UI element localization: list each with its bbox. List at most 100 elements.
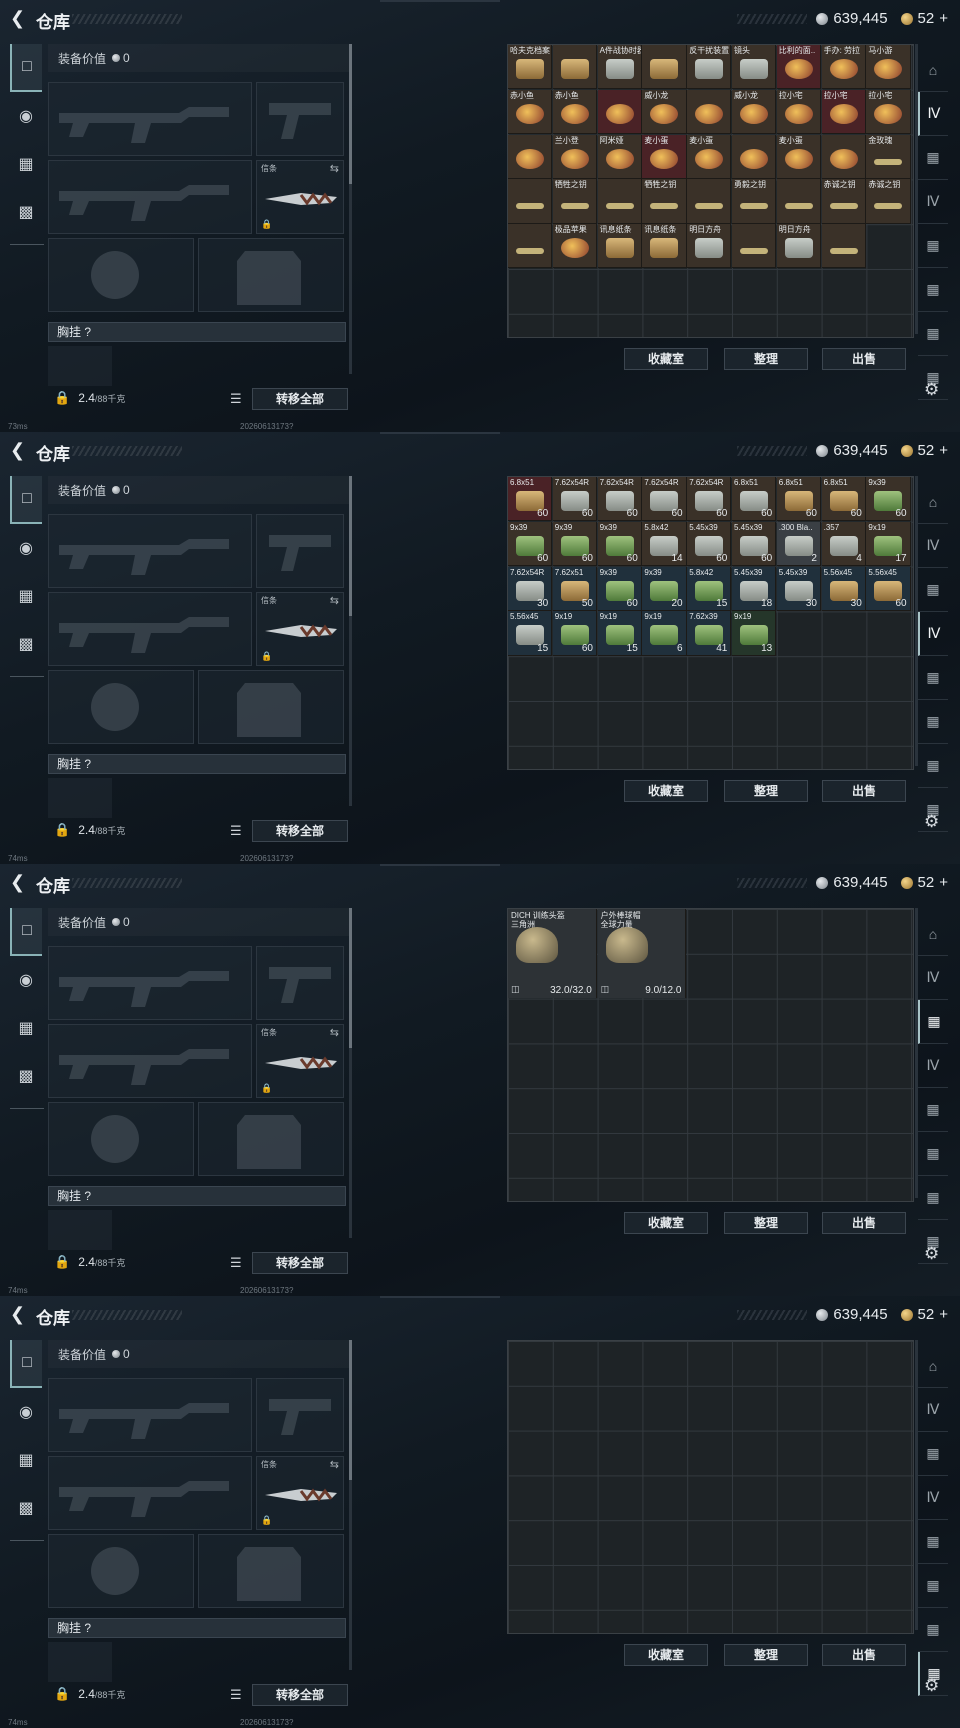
storage-item[interactable]: 手办: 劳拉 [821, 45, 866, 90]
storage-tab-6[interactable]: ▦ [918, 1132, 948, 1176]
storage-tab-5[interactable]: ▦ [918, 656, 948, 700]
sell-button[interactable]: 出售 [822, 1644, 906, 1666]
ammo-item[interactable]: 9x39 60 [866, 477, 911, 522]
storage-tab-6[interactable]: ▦ [918, 700, 948, 744]
storage-item[interactable]: 赤小鱼 [508, 89, 553, 134]
scroll-thumb[interactable] [349, 1340, 352, 1480]
storage-tab-1[interactable]: ⌂ [918, 912, 948, 956]
ammo-item[interactable]: 6.8x51 60 [732, 477, 777, 522]
storage-tab-4[interactable]: Ⅳ [918, 612, 948, 656]
ammo-item[interactable]: 9x19 60 [552, 611, 597, 656]
add-currency-button[interactable]: + [939, 874, 948, 891]
ammo-item[interactable]: 9x19 6 [642, 611, 687, 656]
melee-slot[interactable]: 信条 ⇆ 🔒 [256, 160, 344, 234]
primary-weapon-slot[interactable] [48, 946, 252, 1020]
ammo-item[interactable]: 9x19 13 [732, 611, 777, 656]
tab-gear[interactable]: ▦ [10, 1436, 42, 1484]
tab-gear[interactable]: ▦ [10, 1004, 42, 1052]
ammo-item[interactable]: 7.62x39 41 [687, 611, 732, 656]
storage-item[interactable] [821, 224, 866, 269]
transfer-all-button[interactable]: 转移全部 [252, 1684, 348, 1706]
storage-item[interactable]: 比利的面.. [776, 45, 821, 90]
add-currency-button[interactable]: + [939, 442, 948, 459]
ammo-item[interactable]: 5.56x45 60 [866, 566, 911, 611]
storage-item[interactable] [508, 134, 553, 179]
secondary-weapon-slot[interactable] [256, 82, 344, 156]
sort-button[interactable]: 整理 [724, 1644, 808, 1666]
tab-weapons[interactable]: □ [10, 476, 42, 524]
ammo-item[interactable]: 7.62x51 50 [552, 566, 597, 611]
primary-weapon-slot-2[interactable] [48, 592, 252, 666]
ammo-item[interactable]: 9x39 20 [642, 566, 687, 611]
ammo-item[interactable]: 6.8x51 60 [776, 477, 821, 522]
storage-item[interactable]: A件战协时器 [597, 45, 642, 90]
ammo-item[interactable]: 6.8x51 60 [821, 477, 866, 522]
tab-gear[interactable]: ▦ [10, 572, 42, 620]
chest-rig-header[interactable]: 胸挂 ? [48, 1618, 346, 1638]
ammo-item[interactable]: 5.45x39 60 [687, 521, 732, 566]
storage-tab-2[interactable]: Ⅳ [918, 92, 948, 136]
storage-tab-6[interactable]: ▦ [918, 268, 948, 312]
transfer-all-button[interactable]: 转移全部 [252, 820, 348, 842]
storage-item[interactable] [552, 45, 597, 90]
chest-rig-header[interactable]: 胸挂 ? [48, 1186, 346, 1206]
ammo-item[interactable]: .300 Bla.. 2 [776, 521, 821, 566]
list-icon[interactable]: ☰ [230, 1687, 242, 1703]
sell-button[interactable]: 出售 [822, 1212, 906, 1234]
add-currency-button[interactable]: + [939, 1306, 948, 1323]
storage-tab-2[interactable]: Ⅳ [918, 524, 948, 568]
primary-weapon-slot[interactable] [48, 82, 252, 156]
add-currency-button[interactable]: + [939, 10, 948, 27]
back-arrow-icon[interactable]: ❮ [10, 8, 28, 28]
storage-item[interactable]: 勇毅之钥 [732, 179, 777, 224]
loadout-scrollbar[interactable] [349, 908, 352, 1238]
scroll-thumb[interactable] [349, 44, 352, 184]
storage-item[interactable] [508, 179, 553, 224]
gear-icon[interactable]: ⚙ [924, 812, 939, 832]
storage-item[interactable]: 明日方舟 [687, 224, 732, 269]
primary-weapon-slot-2[interactable] [48, 1456, 252, 1530]
armor-slot[interactable] [198, 1534, 344, 1608]
storage-grid[interactable]: 哈夫克档案 A件战协时器 反干扰装置 镜头 比利的面.. 手办: 劳拉 马小游 … [507, 44, 914, 338]
list-icon[interactable]: ☰ [230, 391, 242, 407]
tab-bag[interactable]: ▩ [10, 188, 42, 236]
storage-item[interactable]: 威小龙 [642, 89, 687, 134]
list-icon[interactable]: ☰ [230, 823, 242, 839]
storage-tab-3[interactable]: ▦ [918, 1000, 948, 1044]
storage-item[interactable] [642, 45, 687, 90]
storage-tab-1[interactable]: ⌂ [918, 1344, 948, 1388]
tab-weapons[interactable]: □ [10, 1340, 42, 1388]
storage-tab-6[interactable]: ▦ [918, 1564, 948, 1608]
ammo-item[interactable]: 9x19 17 [866, 521, 911, 566]
ammo-item[interactable]: 5.56x45 30 [821, 566, 866, 611]
helmet-item[interactable]: DICH 训练头盔 三角洲 ◫ 32.0/32.0 [508, 909, 597, 998]
gear-icon[interactable]: ⚙ [924, 1676, 939, 1696]
ammo-item[interactable]: 9x39 60 [597, 521, 642, 566]
storage-item[interactable]: 金玫瑰 [866, 134, 911, 179]
storage-item[interactable]: 马小游 [866, 45, 911, 90]
storage-item[interactable]: 麦小蛋 [642, 134, 687, 179]
back-arrow-icon[interactable]: ❮ [10, 1304, 28, 1324]
melee-slot[interactable]: 信条 ⇆ 🔒 [256, 1024, 344, 1098]
chest-rig-header[interactable]: 胸挂 ? [48, 322, 346, 342]
storage-tab-1[interactable]: ⌂ [918, 48, 948, 92]
storage-item[interactable]: 明日方舟 [776, 224, 821, 269]
storage-tab-5[interactable]: ▦ [918, 1520, 948, 1564]
storage-item[interactable]: 牺牲之钥 [642, 179, 687, 224]
back-arrow-icon[interactable]: ❮ [10, 872, 28, 892]
helmet-slot[interactable] [48, 1534, 194, 1608]
primary-weapon-slot-2[interactable] [48, 160, 252, 234]
helmet-item[interactable]: 户外棒球帽 全球力量 ◫ 9.0/12.0 [597, 909, 687, 998]
collection-room-button[interactable]: 收藏室 [624, 348, 708, 370]
melee-slot[interactable]: 信条 ⇆ 🔒 [256, 1456, 344, 1530]
chest-rig-slot[interactable] [48, 346, 112, 386]
storage-item[interactable]: 赤小鱼 [552, 89, 597, 134]
storage-item[interactable] [821, 134, 866, 179]
transfer-all-button[interactable]: 转移全部 [252, 1252, 348, 1274]
storage-tab-3[interactable]: ▦ [918, 136, 948, 180]
sort-button[interactable]: 整理 [724, 1212, 808, 1234]
ammo-item[interactable]: 9x39 60 [508, 521, 553, 566]
list-icon[interactable]: ☰ [230, 1255, 242, 1271]
collection-room-button[interactable]: 收藏室 [624, 1212, 708, 1234]
tab-armor[interactable]: ◉ [10, 1388, 42, 1436]
